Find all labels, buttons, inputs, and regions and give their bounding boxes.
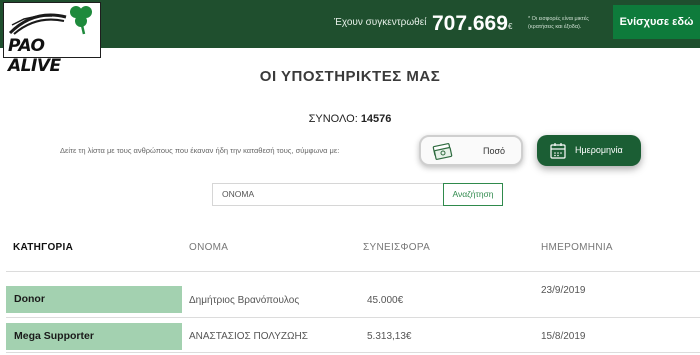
table-divider bbox=[6, 317, 700, 318]
raised-label: Έχουν συγκεντρωθεί bbox=[334, 17, 427, 28]
top-header: Έχουν συγκεντρωθεί 707.669 € * Οι εισφορ… bbox=[0, 0, 700, 48]
row-date: 23/9/2019 bbox=[541, 285, 586, 296]
sort-date-label: Ημερομηνία bbox=[575, 145, 623, 155]
raised-note: * Οι εισφορές είναι μικτές (κρατήσεις κα… bbox=[528, 16, 589, 30]
raised-amount: 707.669 bbox=[432, 12, 508, 35]
row-name: ΑΝΑΣΤΑΣΙΟΣ ΠΟΛΥΖΩΗΣ bbox=[189, 331, 308, 342]
calendar-icon bbox=[550, 143, 566, 159]
cash-icon bbox=[432, 143, 453, 160]
column-header-contribution: ΣΥΝΕΙΣΦΟΡΑ bbox=[363, 242, 431, 253]
row-category: Donor bbox=[6, 286, 182, 313]
row-amount: 5.313,13€ bbox=[367, 331, 412, 342]
sort-by-amount-button[interactable]: Ποσό bbox=[419, 135, 523, 166]
column-header-name: ΟΝΟΜΑ bbox=[189, 242, 229, 253]
currency-symbol: € bbox=[508, 22, 513, 31]
row-category: Mega Supporter bbox=[6, 323, 182, 350]
sort-amount-label: Ποσό bbox=[483, 146, 506, 156]
table-divider bbox=[6, 352, 700, 353]
stadium-clover-icon bbox=[8, 6, 92, 35]
total-value: 14576 bbox=[360, 113, 392, 125]
row-amount: 45.000€ bbox=[367, 295, 404, 306]
table-divider bbox=[6, 271, 700, 272]
column-header-category: ΚΑΤΗΓΟΡΙΑ bbox=[13, 242, 74, 253]
column-header-date: ΗΜΕΡΟΜΗΝΙΑ bbox=[541, 242, 613, 253]
logo-text: PAO ALIVE bbox=[8, 36, 61, 76]
row-name: Δημήτριος Βρανόπουλος bbox=[189, 295, 300, 306]
sort-by-date-button[interactable]: Ημερομηνία bbox=[537, 135, 641, 166]
support-button[interactable]: Ενίσχυσε εδώ bbox=[613, 5, 700, 39]
page-title: ΟΙ ΥΠΟΣΤΗΡΙΚΤΕΣ ΜΑΣ bbox=[259, 68, 441, 85]
search-button[interactable]: Αναζήτηση bbox=[443, 183, 503, 206]
total-label: ΣΥΝΟΛΟ: bbox=[308, 113, 358, 125]
row-date: 15/8/2019 bbox=[541, 331, 586, 342]
total-count: ΣΥΝΟΛΟ: 14576 bbox=[0, 113, 700, 125]
sort-description: Δείτε τη λίστα με τους ανθρώπους που έκα… bbox=[60, 146, 340, 155]
name-search-input[interactable]: ΟΝΟΜΑ bbox=[212, 183, 444, 206]
site-logo[interactable]: PAO ALIVE bbox=[3, 2, 101, 76]
